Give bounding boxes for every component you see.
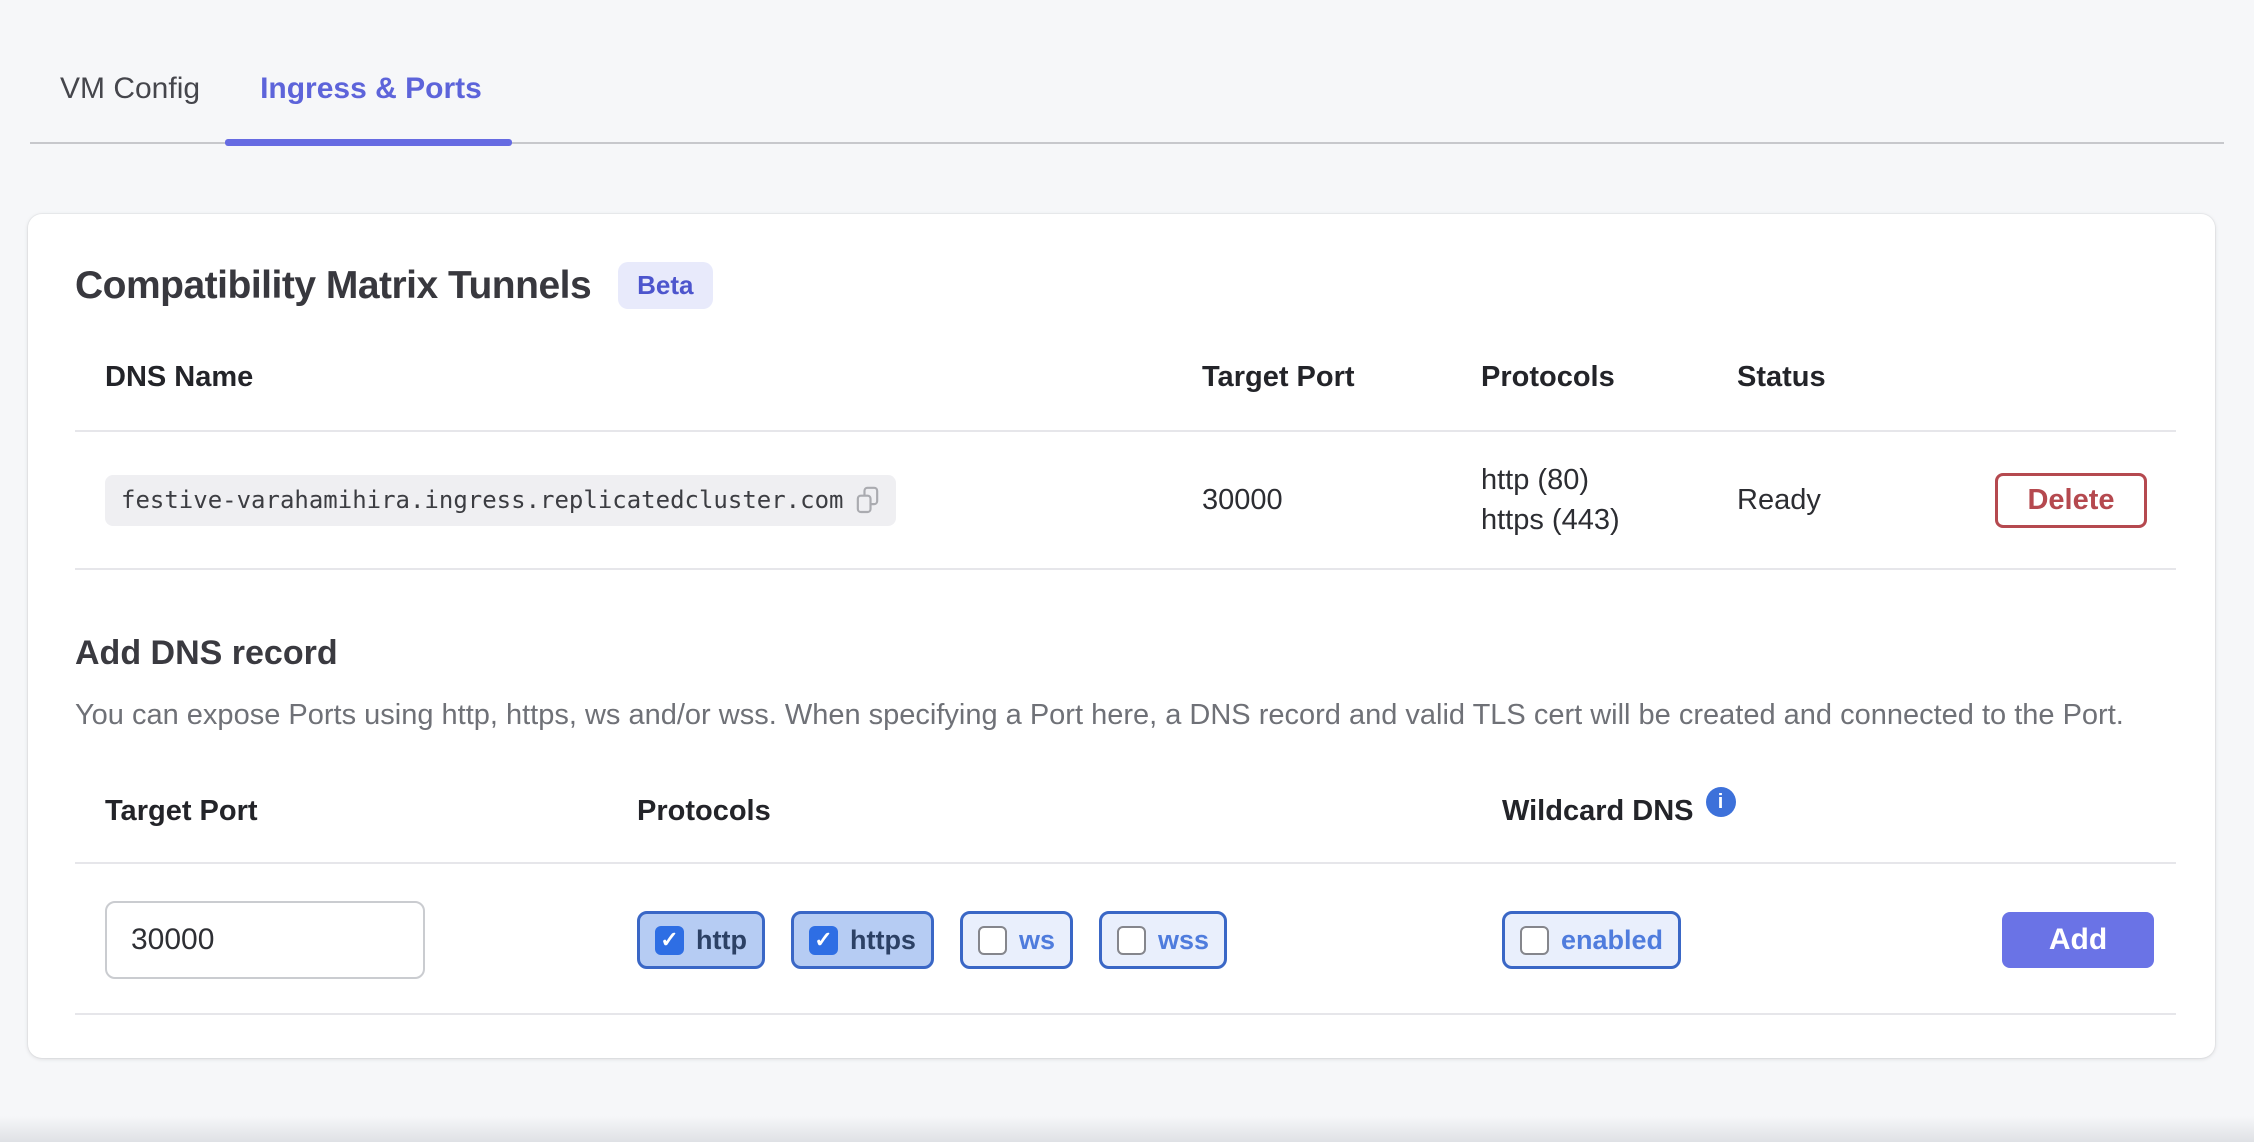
panel-title-row: Compatibility Matrix Tunnels Beta (75, 262, 2176, 309)
info-icon[interactable]: i (1706, 787, 1736, 817)
protocol-checkbox-https[interactable]: ✓ https (791, 911, 934, 969)
protocol-label-http: http (696, 925, 747, 956)
col-header-target-port: Target Port (1202, 361, 1481, 394)
tunnels-table: DNS Name Target Port Protocols Status fe… (75, 361, 2176, 570)
protocol-label-wss: wss (1158, 925, 1209, 956)
checkbox-https-box: ✓ (809, 926, 838, 955)
wildcard-dns-cell: ✓ enabled (1502, 911, 2002, 969)
protocol-checkbox-ws[interactable]: ✓ ws (960, 911, 1073, 969)
protocol-line-http: http (80) (1481, 460, 1737, 500)
checkmark-icon: ✓ (814, 929, 832, 951)
protocol-checkbox-group: ✓ http ✓ https ✓ ws ✓ wss (637, 911, 1502, 969)
tab-ingress-ports[interactable]: Ingress & Ports (230, 0, 512, 142)
col-header-dns-name: DNS Name (75, 361, 1202, 394)
protocol-checkbox-wss[interactable]: ✓ wss (1099, 911, 1227, 969)
dns-name-text: festive-varahamihira.ingress.replicatedc… (121, 486, 843, 514)
add-dns-record-heading: Add DNS record (75, 634, 2176, 673)
protocol-label-ws: ws (1019, 925, 1055, 956)
tunnels-panel: Compatibility Matrix Tunnels Beta DNS Na… (28, 214, 2215, 1058)
page-title: Compatibility Matrix Tunnels (75, 264, 591, 308)
form-header-wildcard-dns: Wildcard DNS i (1502, 795, 2002, 828)
beta-badge: Beta (618, 262, 712, 309)
target-port-cell: 30000 (1202, 484, 1481, 517)
protocol-checkbox-http[interactable]: ✓ http (637, 911, 765, 969)
checkmark-icon: ✓ (660, 929, 678, 951)
protocol-label-https: https (850, 925, 916, 956)
delete-button[interactable]: Delete (1995, 473, 2147, 528)
tab-bar: VM Config Ingress & Ports (30, 0, 2224, 144)
dns-name-pill: festive-varahamihira.ingress.replicatedc… (105, 475, 896, 526)
col-header-protocols: Protocols (1481, 361, 1737, 394)
table-row: festive-varahamihira.ingress.replicatedc… (75, 432, 2176, 570)
wildcard-enabled-checkbox[interactable]: ✓ enabled (1502, 911, 1681, 969)
add-dns-form-row: ✓ http ✓ https ✓ ws ✓ wss ✓ enabled A (75, 864, 2176, 1015)
copy-icon[interactable] (855, 486, 880, 515)
target-port-input[interactable] (105, 901, 425, 979)
wildcard-enabled-label: enabled (1561, 925, 1663, 956)
col-header-status: Status (1737, 361, 1977, 394)
protocol-line-https: https (443) (1481, 500, 1737, 540)
row-actions: Delete (1995, 473, 2176, 528)
add-button[interactable]: Add (2002, 912, 2154, 968)
status-cell: Ready (1737, 484, 1977, 517)
checkbox-http-box: ✓ (655, 926, 684, 955)
dns-name-cell: festive-varahamihira.ingress.replicatedc… (75, 475, 1202, 526)
protocols-cell: http (80) https (443) (1481, 460, 1737, 540)
tab-vm-config[interactable]: VM Config (30, 0, 230, 142)
checkbox-enabled-box: ✓ (1520, 926, 1549, 955)
form-header-row: Target Port Protocols Wildcard DNS i (75, 795, 2176, 864)
add-dns-record-description: You can expose Ports using http, https, … (75, 695, 2176, 735)
table-header-row: DNS Name Target Port Protocols Status (75, 361, 2176, 432)
target-port-field-cell (75, 901, 637, 979)
form-header-protocols: Protocols (637, 795, 1502, 828)
checkbox-wss-box: ✓ (1117, 926, 1146, 955)
checkbox-ws-box: ✓ (978, 926, 1007, 955)
wildcard-dns-label: Wildcard DNS (1502, 795, 1694, 828)
form-header-target-port: Target Port (75, 795, 637, 828)
add-button-cell: Add (2002, 912, 2183, 968)
